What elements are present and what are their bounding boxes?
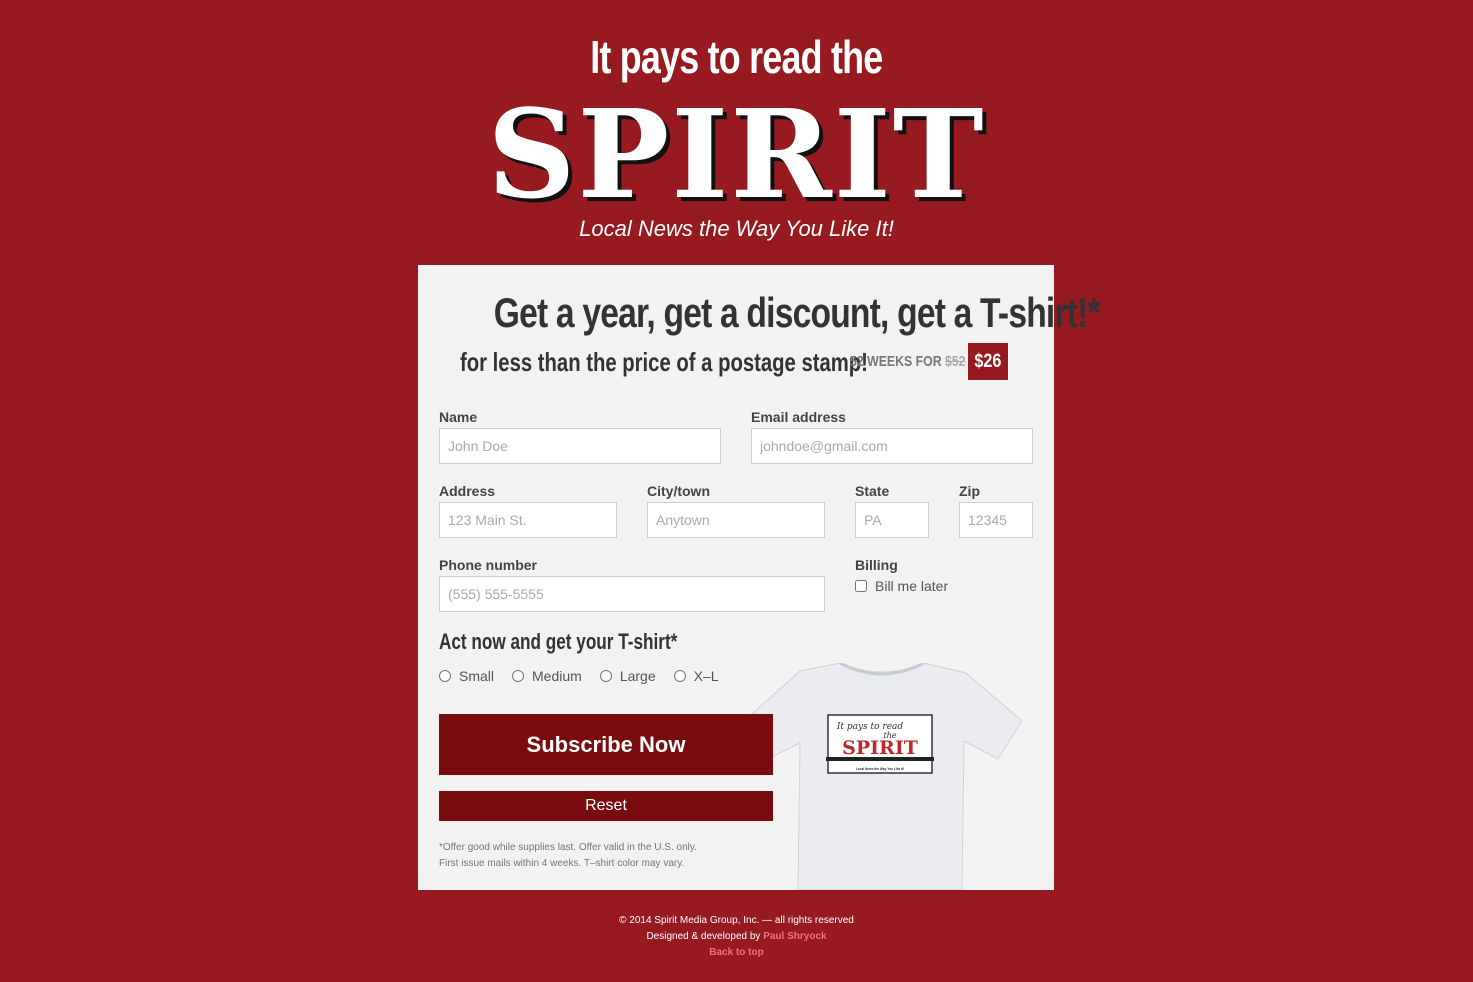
size-option-medium[interactable]: Medium bbox=[512, 668, 582, 684]
zip-input[interactable] bbox=[959, 502, 1033, 538]
email-label: Email address bbox=[751, 409, 846, 425]
subscription-card: Get a year, get a discount, get a T-shir… bbox=[418, 265, 1101, 890]
state-label: State bbox=[855, 483, 890, 499]
size-option-small[interactable]: Small bbox=[439, 668, 494, 684]
offer-subline: for less than the price of a postage sta… bbox=[460, 346, 868, 377]
phone-input[interactable] bbox=[439, 576, 825, 612]
city-input[interactable] bbox=[647, 502, 825, 538]
back-to-top-link[interactable]: Back to top bbox=[709, 947, 763, 958]
city-label: City/town bbox=[647, 483, 710, 499]
tshirt-size-group: Small Medium Large X–L bbox=[439, 668, 737, 684]
email-input[interactable] bbox=[751, 428, 1033, 464]
header-tagline: It pays to read the bbox=[590, 31, 883, 83]
reset-button[interactable]: Reset bbox=[439, 791, 773, 821]
old-price: $52 bbox=[945, 353, 966, 370]
size-radio-xl[interactable] bbox=[673, 670, 686, 682]
state-input[interactable] bbox=[855, 502, 929, 538]
size-label: Large bbox=[619, 668, 656, 684]
tshirt-image: It pays to read the SPIRIT Local News th… bbox=[741, 663, 1023, 890]
zip-label: Zip bbox=[959, 483, 980, 499]
fine-print-line2: First issue mails within 4 weeks. T–shir… bbox=[439, 858, 685, 869]
shirt-print-logo: SPIRIT bbox=[842, 737, 918, 759]
spirit-logo: SPIRIT bbox=[487, 82, 986, 226]
fine-print-line1: *Offer good while supplies last. Offer v… bbox=[439, 842, 697, 853]
address-input[interactable] bbox=[439, 502, 617, 538]
shirt-print-line3: Local News the Way You Like It! bbox=[856, 767, 904, 771]
header-subtitle: Local News the Way You Like It! bbox=[579, 216, 894, 241]
size-option-xl[interactable]: X–L bbox=[673, 668, 719, 684]
bill-later-checkbox[interactable] bbox=[855, 580, 867, 592]
subscribe-now-button[interactable]: Subscribe Now bbox=[439, 714, 773, 775]
offer-headline: Get a year, get a discount, get a T-shir… bbox=[493, 289, 1101, 336]
name-label: Name bbox=[439, 409, 478, 425]
size-radio-large[interactable] bbox=[599, 670, 612, 682]
designer-link[interactable]: Paul Shryock bbox=[763, 931, 826, 942]
bill-later-option[interactable]: Bill me later bbox=[855, 578, 948, 594]
billing-label: Billing bbox=[855, 557, 898, 573]
name-input[interactable] bbox=[439, 428, 721, 464]
footer-credit-text: Designed & developed by bbox=[646, 931, 761, 942]
size-label: Small bbox=[459, 668, 495, 684]
size-radio-small[interactable] bbox=[439, 670, 451, 682]
size-label: X–L bbox=[693, 668, 719, 684]
offer-weeks: 52 WEEKS FOR $52 bbox=[850, 353, 966, 370]
phone-label: Phone number bbox=[439, 557, 538, 573]
price-badge: $26 bbox=[968, 343, 1008, 380]
footer: © 2014 Spirit Media Group, Inc. — all ri… bbox=[0, 913, 1473, 961]
fine-print: *Offer good while supplies last. Offer v… bbox=[439, 840, 697, 872]
address-label: Address bbox=[439, 483, 496, 499]
bill-later-label: Bill me later bbox=[875, 578, 949, 594]
footer-copyright: © 2014 Spirit Media Group, Inc. — all ri… bbox=[619, 915, 854, 926]
tshirt-title: Act now and get your T-shirt* bbox=[439, 629, 678, 654]
size-label: Medium bbox=[532, 668, 582, 684]
size-radio-medium[interactable] bbox=[512, 670, 525, 682]
footer-credit: Designed & developed by Paul Shryock bbox=[0, 929, 1473, 945]
size-option-large[interactable]: Large bbox=[599, 668, 656, 684]
